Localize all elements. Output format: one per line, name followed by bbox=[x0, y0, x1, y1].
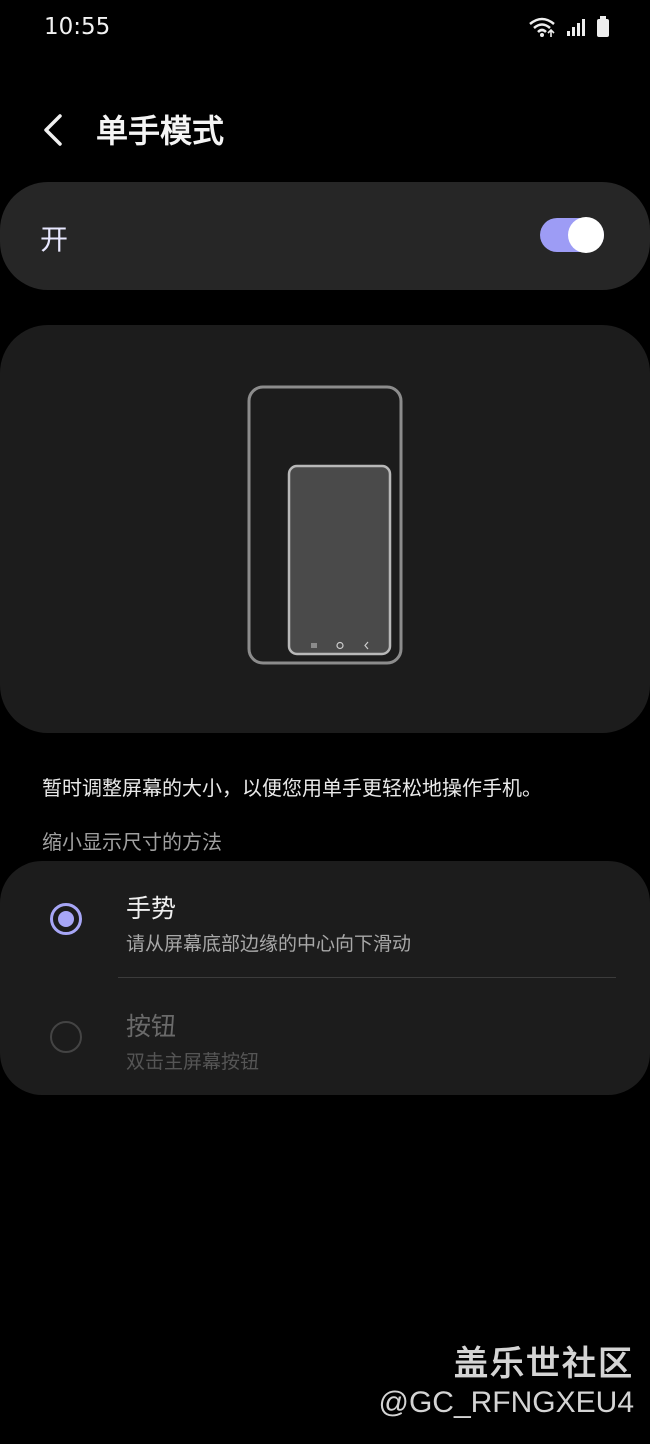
option-gesture-title: 手势 bbox=[126, 894, 177, 923]
options-divider bbox=[118, 977, 616, 978]
feature-description: 暂时调整屏幕的大小，以便您用单手更轻松地操作手机。 bbox=[42, 776, 542, 800]
app-header: 单手模式 bbox=[0, 100, 650, 160]
watermark-user: @GC_RFNGXEU4 bbox=[378, 1386, 635, 1419]
signal-icon bbox=[567, 19, 585, 36]
one-handed-mode-toggle-row[interactable]: 开 bbox=[0, 182, 650, 290]
watermark-title: 盖乐世社区 bbox=[454, 1344, 634, 1384]
battery-icon bbox=[597, 16, 609, 37]
option-gesture-subtitle: 请从屏幕底部边缘的中心向下滑动 bbox=[126, 933, 412, 955]
switch-knob bbox=[568, 217, 604, 253]
radio-gesture-selected[interactable] bbox=[50, 903, 82, 935]
status-bar: 10:55 bbox=[0, 0, 650, 56]
method-options-card: 手势 请从屏幕底部边缘的中心向下滑动 按钮 双击主屏幕按钮 bbox=[0, 861, 650, 1095]
status-time: 10:55 bbox=[44, 14, 111, 40]
page-title: 单手模式 bbox=[96, 112, 225, 150]
chevron-left-icon[interactable] bbox=[36, 108, 76, 152]
option-button-title: 按钮 bbox=[126, 1012, 177, 1041]
option-button[interactable]: 按钮 双击主屏幕按钮 bbox=[0, 979, 650, 1089]
one-handed-mode-switch[interactable] bbox=[540, 217, 604, 253]
illustration-card bbox=[0, 325, 650, 733]
option-gesture[interactable]: 手势 请从屏幕底部边缘的中心向下滑动 bbox=[0, 861, 650, 978]
section-header: 缩小显示尺寸的方法 bbox=[42, 830, 222, 854]
status-icons bbox=[528, 16, 610, 38]
toggle-label: 开 bbox=[40, 223, 69, 256]
radio-button-unselected[interactable] bbox=[50, 1021, 82, 1053]
option-button-subtitle: 双击主屏幕按钮 bbox=[126, 1051, 260, 1073]
phone-shrink-illustration bbox=[247, 385, 403, 665]
wifi-icon bbox=[529, 17, 555, 37]
